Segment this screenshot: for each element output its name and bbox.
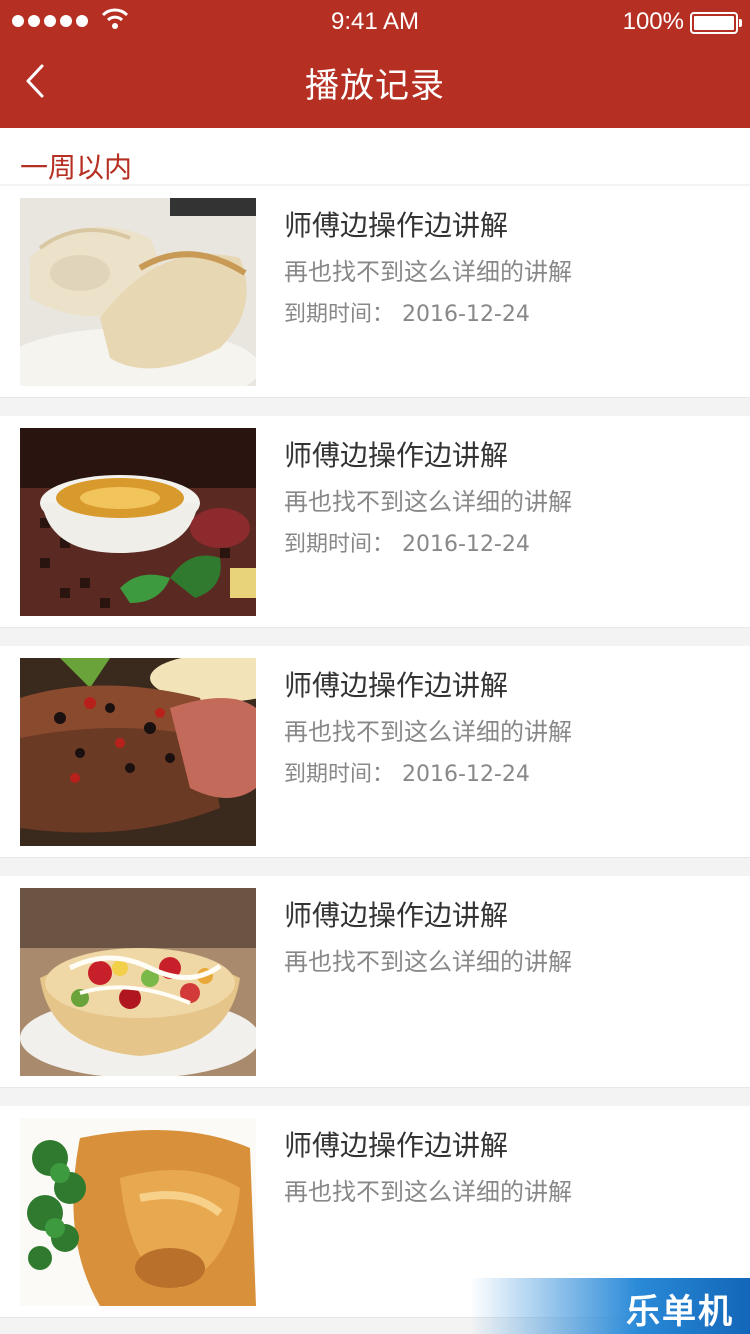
item-title: 师傅边操作边讲解 <box>284 899 509 932</box>
page-title: 播放记录 <box>305 66 445 106</box>
thumbnail-dumplings <box>20 198 256 386</box>
battery-percent: 100% <box>622 8 684 35</box>
list-item[interactable]: 师傅边操作边讲解 再也找不到这么详细的讲解 到期时间： 2016-12-24 <box>0 186 750 398</box>
expire-date: 2016-12-24 <box>402 302 530 327</box>
expire-label: 到期时间： <box>284 302 395 327</box>
thumbnail-fruit-salad <box>20 888 256 1076</box>
expire-label: 到期时间： <box>284 762 395 787</box>
thumbnail-steak <box>20 658 256 846</box>
item-expire: 到期时间： 2016-12-24 <box>284 756 530 788</box>
expire-label: 到期时间： <box>284 532 395 557</box>
history-list: 师傅边操作边讲解 再也找不到这么详细的讲解 到期时间： 2016-12-24 师… <box>0 186 750 1334</box>
item-subtitle: 再也找不到这么详细的讲解 <box>284 488 572 516</box>
battery-icon <box>690 12 742 34</box>
expire-date: 2016-12-24 <box>402 762 530 787</box>
item-title: 师傅边操作边讲解 <box>284 439 509 472</box>
item-title: 师傅边操作边讲解 <box>284 1129 509 1162</box>
thumbnail-soup-pot <box>20 428 256 616</box>
thumbnail-braised-trotter <box>20 1118 256 1306</box>
item-subtitle: 再也找不到这么详细的讲解 <box>284 1178 572 1206</box>
item-subtitle: 再也找不到这么详细的讲解 <box>284 718 572 746</box>
item-subtitle: 再也找不到这么详细的讲解 <box>284 948 572 976</box>
section-header: 一周以内 <box>0 128 750 184</box>
app-header: 9:41 AM 100% 播放记录 <box>0 0 750 128</box>
item-title: 师傅边操作边讲解 <box>284 209 509 242</box>
list-item[interactable]: 师傅边操作边讲解 再也找不到这么详细的讲解 到期时间： 2016-12-24 <box>0 646 750 858</box>
list-item[interactable]: 师傅边操作边讲解 再也找不到这么详细的讲解 <box>0 876 750 1088</box>
item-expire: 到期时间： 2016-12-24 <box>284 296 530 328</box>
item-expire: 到期时间： 2016-12-24 <box>284 526 530 558</box>
item-title: 师傅边操作边讲解 <box>284 669 509 702</box>
section-label: 一周以内 <box>20 151 133 184</box>
status-bar: 9:41 AM 100% <box>0 0 750 46</box>
watermark-logo: 乐单机 <box>470 1278 750 1334</box>
expire-date: 2016-12-24 <box>402 532 530 557</box>
list-item[interactable]: 师傅边操作边讲解 再也找不到这么详细的讲解 到期时间： 2016-12-24 <box>0 416 750 628</box>
item-subtitle: 再也找不到这么详细的讲解 <box>284 258 572 286</box>
watermark-text: 乐单机 <box>626 1292 734 1332</box>
